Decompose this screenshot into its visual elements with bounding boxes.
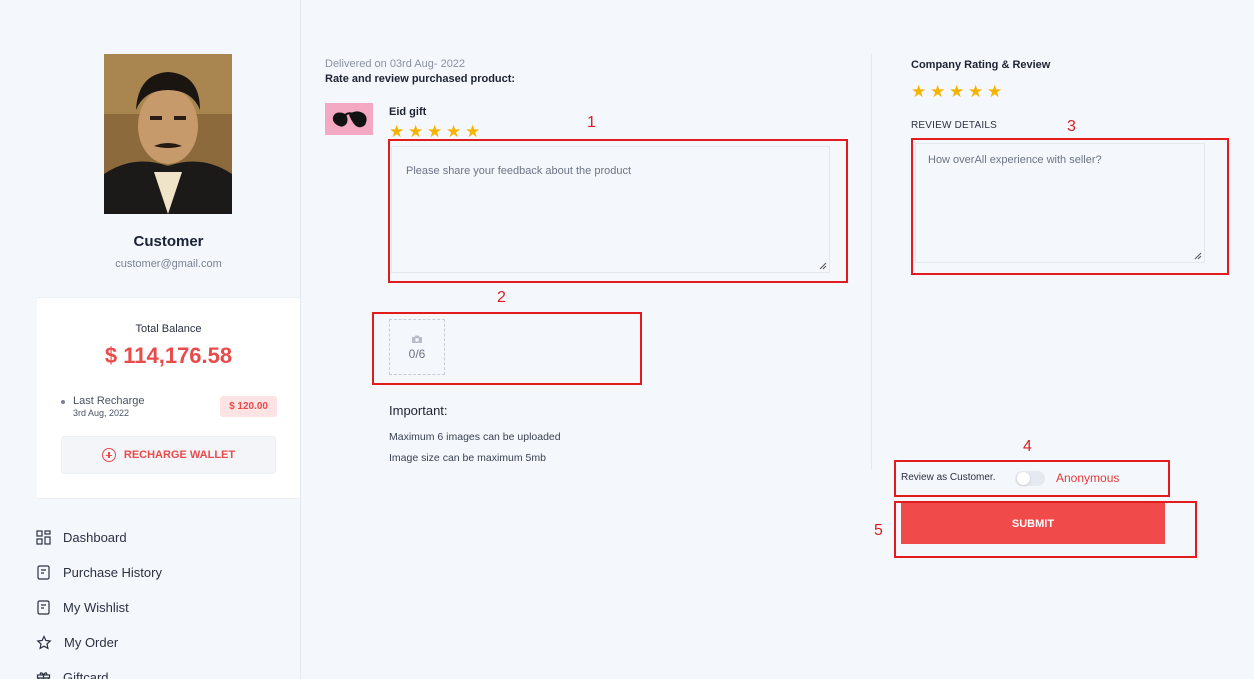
dashboard-icon (36, 530, 51, 545)
nav-item-my-order[interactable]: My Order (36, 625, 286, 660)
annotation-number-4: 4 (1023, 438, 1032, 455)
annotation-number-2: 2 (497, 289, 506, 306)
balance-card: Total Balance $ 114,176.58 Last Recharge… (37, 297, 300, 499)
annotation-number-5: 5 (874, 522, 883, 539)
nav-item-purchase-history[interactable]: Purchase History (36, 555, 286, 590)
star-icon[interactable]: ★ (911, 83, 927, 100)
annotation-box-1 (388, 139, 848, 283)
nav-item-wishlist[interactable]: My Wishlist (36, 590, 286, 625)
star-icon (36, 634, 52, 649)
star-icon[interactable]: ★ (930, 83, 946, 100)
total-balance-value: $ 114,176.58 (104, 343, 233, 368)
nav-label: My Order (64, 635, 119, 650)
rate-review-title: Rate and review purchased product: (325, 73, 516, 85)
annotation-box-3 (911, 138, 1229, 275)
company-rating-title: Company Rating & Review (911, 59, 1051, 71)
product-name: Eid gift (389, 106, 427, 118)
upload-note-max-size: Image size can be maximum 5mb (389, 452, 546, 464)
star-icon[interactable]: ★ (968, 83, 984, 100)
nav-label: My Wishlist (63, 600, 129, 615)
annotation-box-5 (894, 501, 1197, 558)
product-rating-stars[interactable]: ★ ★ ★ ★ ★ (389, 123, 481, 140)
avatar (104, 54, 232, 214)
nav-label: Dashboard (63, 530, 127, 545)
delivered-date: Delivered on 03rd Aug- 2022 (325, 58, 466, 70)
important-title: Important: (389, 403, 448, 418)
star-icon[interactable]: ★ (446, 123, 462, 140)
nav-label: Purchase History (63, 565, 162, 580)
annotation-box-4 (894, 460, 1170, 497)
star-icon[interactable]: ★ (389, 123, 405, 140)
star-icon[interactable]: ★ (987, 83, 1003, 100)
review-details-label: REVIEW DETAILS (911, 120, 997, 131)
annotation-number-3: 3 (1067, 118, 1076, 135)
star-icon[interactable]: ★ (465, 123, 481, 140)
customer-email: customer@gmail.com (115, 258, 222, 270)
wishlist-icon (37, 600, 50, 615)
last-recharge-amount: $ 120.00 (220, 396, 277, 417)
last-recharge-row: Last Recharge 3rd Aug, 2022 $ 120.00 (61, 395, 277, 423)
recharge-wallet-button[interactable]: RECHARGE WALLET (61, 436, 276, 474)
star-icon[interactable]: ★ (427, 123, 443, 140)
company-rating-stars[interactable]: ★ ★ ★ ★ ★ (911, 83, 1003, 100)
gift-icon (36, 672, 51, 679)
last-recharge-label: Last Recharge (73, 395, 145, 407)
customer-name: Customer (133, 233, 204, 250)
nav-item-giftcard[interactable]: Giftcard (36, 660, 286, 679)
sidebar-nav: Dashboard Purchase History My Wishlist M… (36, 520, 286, 679)
total-balance-label: Total Balance (135, 323, 202, 335)
plus-circle-icon (101, 448, 116, 462)
annotation-number-1: 1 (587, 114, 596, 131)
column-divider (871, 54, 872, 470)
recharge-wallet-label: RECHARGE WALLET (123, 449, 236, 461)
receipt-icon (37, 565, 50, 580)
upload-note-max-images: Maximum 6 images can be uploaded (389, 431, 561, 443)
last-recharge-date: 3rd Aug, 2022 (73, 408, 130, 418)
nav-label: Giftcard (63, 670, 109, 679)
product-thumbnail (325, 103, 373, 135)
sidebar: Customer customer@gmail.com Total Balanc… (0, 0, 301, 679)
annotation-box-2 (372, 312, 642, 385)
bullet-icon (61, 400, 65, 404)
nav-item-dashboard[interactable]: Dashboard (36, 520, 286, 555)
star-icon[interactable]: ★ (408, 123, 424, 140)
star-icon[interactable]: ★ (949, 83, 965, 100)
